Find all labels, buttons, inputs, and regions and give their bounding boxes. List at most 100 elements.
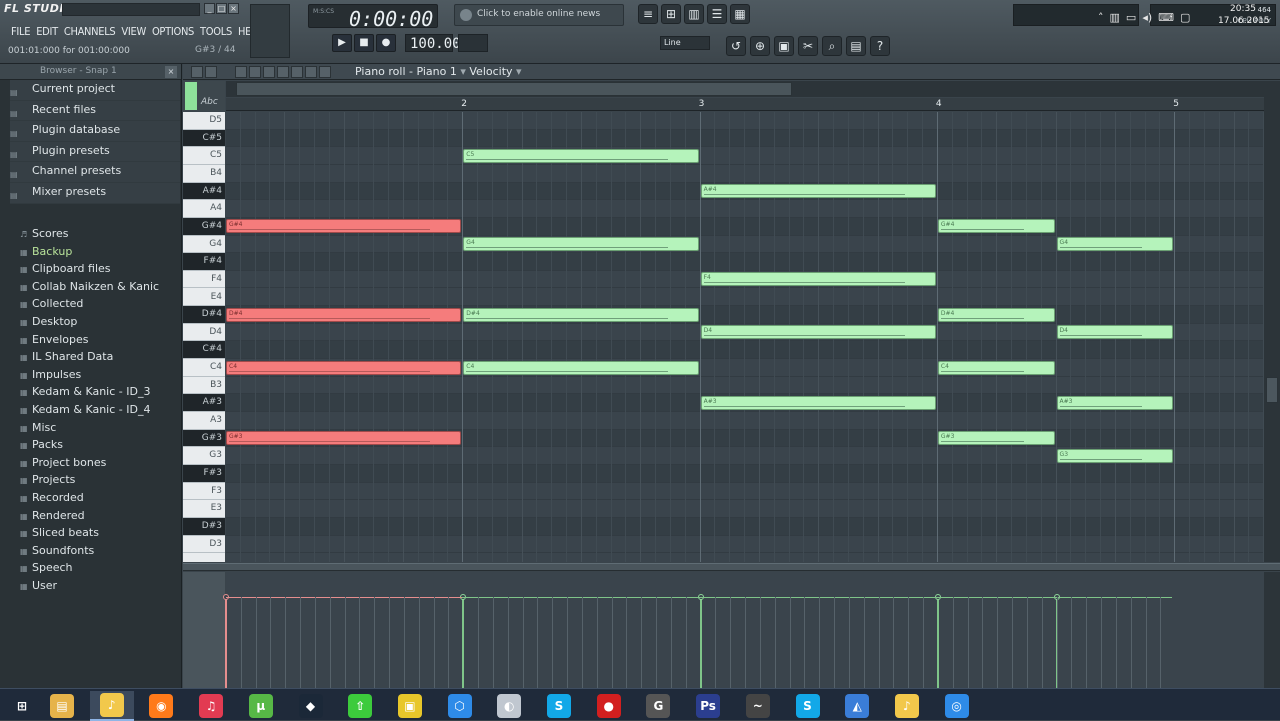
browser-folder-sliced-beats[interactable]: ▦ Sliced beats bbox=[10, 524, 180, 542]
note[interactable]: D4 bbox=[1056, 325, 1174, 340]
browser-folder-collected[interactable]: ▦ Collected bbox=[10, 295, 180, 313]
browser-item-recent-files[interactable]: ▤ Recent files bbox=[10, 100, 180, 122]
browser-folder-envelopes[interactable]: ▦ Envelopes bbox=[10, 331, 180, 349]
vertical-scrollbar[interactable] bbox=[1264, 81, 1280, 562]
keyboard-icon[interactable]: ⌨ bbox=[1158, 11, 1174, 24]
photoshop-icon[interactable]: Ps bbox=[686, 691, 730, 721]
sharkbite-icon[interactable]: ◭ bbox=[835, 691, 879, 721]
piano-key[interactable]: G4 bbox=[183, 236, 225, 254]
mixer-icon[interactable]: ▦ bbox=[730, 4, 750, 24]
event-editor-divider[interactable] bbox=[183, 563, 1280, 571]
note[interactable]: C4 bbox=[463, 360, 699, 375]
browser-item-plugin-database[interactable]: ▤ Plugin database bbox=[10, 121, 180, 142]
close-button[interactable]: × bbox=[228, 3, 239, 14]
note[interactable]: C5 bbox=[463, 148, 699, 163]
piano-key[interactable]: D4 bbox=[183, 324, 225, 342]
search-icon[interactable]: ⌕ bbox=[822, 36, 842, 56]
piano-key[interactable]: C4 bbox=[183, 359, 225, 377]
piano-keyboard[interactable]: D5 C#5 C5 B4 A#4 A4 G#4 G4 F#4 F4 E4 D#4 D4 C#4 C4 B3 A#… bbox=[183, 112, 225, 562]
close-icon[interactable]: × bbox=[165, 66, 177, 78]
minimize-button[interactable]: _ bbox=[204, 3, 215, 14]
piano-key[interactable]: D#3 bbox=[183, 517, 225, 536]
recording-options[interactable] bbox=[500, 34, 650, 54]
note[interactable]: D4 bbox=[700, 325, 936, 340]
piano-key[interactable]: G#3 bbox=[183, 429, 225, 448]
brush-icon[interactable] bbox=[249, 66, 261, 78]
menu-view[interactable]: VIEW bbox=[118, 24, 149, 39]
piano-key[interactable]: E4 bbox=[183, 289, 225, 307]
piano-key[interactable]: D5 bbox=[183, 112, 225, 130]
windows-start-icon[interactable]: ⊞ bbox=[0, 691, 44, 721]
stop-button[interactable]: ■ bbox=[354, 34, 374, 52]
chrome-like-icon[interactable]: ◎ bbox=[935, 691, 979, 721]
browser-item-mixer-presets[interactable]: ▤ Mixer presets bbox=[10, 182, 180, 204]
scroll-thumb[interactable] bbox=[236, 82, 792, 96]
browser-folder-user[interactable]: ▦ User bbox=[10, 577, 180, 595]
uploader-icon[interactable]: ⇧ bbox=[338, 691, 382, 721]
piano-key[interactable]: D#4 bbox=[183, 306, 225, 324]
event-target[interactable]: Velocity bbox=[469, 65, 512, 78]
master-volume-knob[interactable] bbox=[250, 4, 290, 58]
piano-key[interactable]: B3 bbox=[183, 377, 225, 395]
key-label-toggle[interactable]: Abc bbox=[201, 97, 218, 107]
browser-folder-rendered[interactable]: ▦ Rendered bbox=[10, 507, 180, 525]
select-icon[interactable] bbox=[305, 66, 317, 78]
note[interactable]: G3 bbox=[1056, 448, 1174, 463]
velocity-editor[interactable] bbox=[223, 572, 1264, 688]
note[interactable]: G4 bbox=[463, 237, 699, 252]
maximize-button[interactable]: □ bbox=[216, 3, 227, 14]
wifi-tool-icon[interactable]: ~ bbox=[736, 691, 780, 721]
recorder-icon[interactable]: ● bbox=[587, 691, 631, 721]
scroll-thumb[interactable] bbox=[1266, 377, 1278, 403]
message-icon[interactable]: ▢ bbox=[1180, 11, 1190, 24]
piano-key[interactable]: F#4 bbox=[183, 253, 225, 271]
timeline-ruler[interactable]: 2 3 4 5 bbox=[226, 98, 1264, 111]
help-icon[interactable]: ? bbox=[870, 36, 890, 56]
zoom-icon[interactable] bbox=[319, 66, 331, 78]
browser-folder-collab-naikzen-kanic[interactable]: ▦ Collab Naikzen & Kanic bbox=[10, 278, 180, 296]
piano-roll-icon[interactable]: ▥ bbox=[684, 4, 704, 24]
play-button[interactable]: ▶ bbox=[332, 34, 352, 52]
browser-item-plugin-presets[interactable]: ▤ Plugin presets bbox=[10, 141, 180, 163]
opera-icon[interactable]: ◐ bbox=[487, 691, 531, 721]
browser-item-current-project[interactable]: ▤ Current project bbox=[10, 80, 180, 101]
browser-folder-soundfonts[interactable]: ▦ Soundfonts bbox=[10, 542, 180, 560]
horizontal-scrollbar[interactable] bbox=[226, 81, 1264, 97]
browser-folder-kedam-kanic-id-4[interactable]: ▦ Kedam & Kanic - ID_4 bbox=[10, 401, 180, 419]
piano-key[interactable]: A#4 bbox=[183, 182, 225, 201]
browser-folder-clipboard-files[interactable]: ▦ Clipboard files bbox=[10, 260, 180, 278]
plugin-icon[interactable]: ⊕ bbox=[750, 36, 770, 56]
browser-folder-packs[interactable]: ▦ Packs bbox=[10, 436, 180, 454]
piano-key[interactable]: A4 bbox=[183, 200, 225, 218]
piano-key[interactable]: C5 bbox=[183, 147, 225, 165]
note[interactable]: D#4 bbox=[937, 307, 1055, 322]
pattern-selector[interactable] bbox=[458, 34, 488, 52]
song-time-display[interactable]: M:S:CS 0:00:00 bbox=[308, 4, 438, 31]
browser-folder-kedam-kanic-id-3[interactable]: ▦ Kedam & Kanic - ID_3 bbox=[10, 383, 180, 401]
magnet-icon[interactable] bbox=[205, 66, 217, 78]
skype-icon[interactable]: S bbox=[537, 691, 581, 721]
browser-folder-misc[interactable]: ▦ Misc bbox=[10, 419, 180, 437]
velocity-bar[interactable] bbox=[936, 597, 939, 688]
utorrent-icon[interactable]: µ bbox=[239, 691, 283, 721]
note[interactable]: A#4 bbox=[700, 184, 936, 199]
event-editor-scrollbar[interactable] bbox=[1264, 572, 1280, 688]
note[interactable]: G#3 bbox=[226, 431, 462, 446]
browser-item-channel-presets[interactable]: ▤ Channel presets bbox=[10, 162, 180, 183]
fl-studio-alt-icon[interactable]: ▣ bbox=[388, 691, 432, 721]
fl-studio-2-icon[interactable]: ♪ bbox=[885, 691, 929, 721]
delete-icon[interactable] bbox=[263, 66, 275, 78]
piano-key[interactable]: C#5 bbox=[183, 129, 225, 148]
cut-icon[interactable]: ✂ bbox=[798, 36, 818, 56]
step-sequencer-icon[interactable]: ⊞ bbox=[661, 4, 681, 24]
browser-folder-recorded[interactable]: ▦ Recorded bbox=[10, 489, 180, 507]
browser-folder-scores[interactable]: ♬ Scores bbox=[10, 225, 180, 243]
menu-icon[interactable] bbox=[191, 66, 203, 78]
battery-icon[interactable]: ▭ bbox=[1126, 11, 1136, 24]
itunes-icon[interactable]: ♫ bbox=[189, 691, 233, 721]
menu-file[interactable]: FILE bbox=[8, 24, 33, 39]
menu-channels[interactable]: CHANNELS bbox=[61, 24, 119, 39]
note-grid[interactable]: G#4 D#4 C4 G#3 C5 G4 D#4 C4 A#4 F4 D4 A#3 G#4 D#4 C4 G#… bbox=[226, 112, 1264, 562]
browser-folder-il-shared-data[interactable]: ▦ IL Shared Data bbox=[10, 348, 180, 366]
note[interactable]: D#4 bbox=[463, 307, 699, 322]
